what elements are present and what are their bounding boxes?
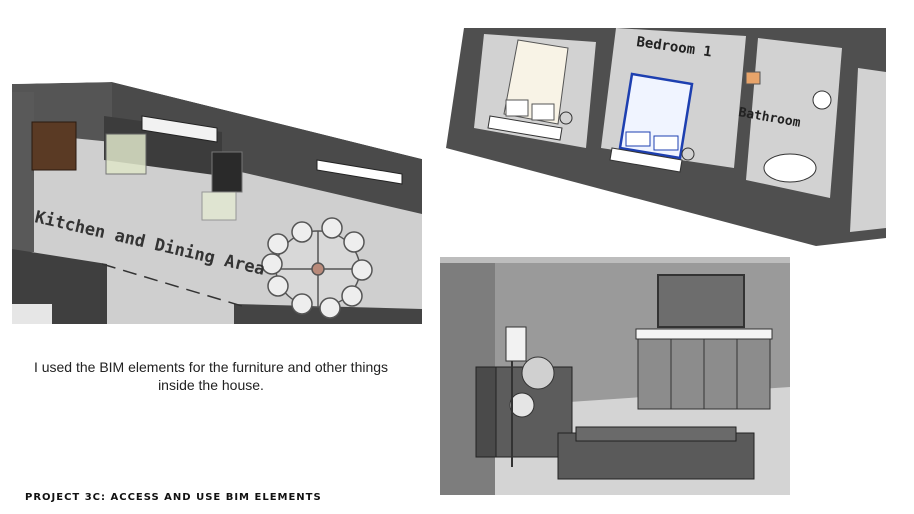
living-room-view xyxy=(440,257,790,495)
project-footer: PROJECT 3C: ACCESS AND USE BIM ELEMENTS xyxy=(25,492,322,503)
caption-text: I used the BIM elements for the furnitur… xyxy=(33,359,389,393)
door xyxy=(31,121,77,171)
cushion xyxy=(521,356,555,390)
living-room-render xyxy=(440,257,790,495)
fridge xyxy=(105,133,147,175)
bedroom-bathroom-render: Bedroom 1 Bathroom xyxy=(446,28,886,246)
bathtub xyxy=(763,153,817,183)
bedroom-bathroom-view: Bedroom 1 Bathroom xyxy=(446,28,886,246)
kitchen-dining-render: Kitchen and Dining Area xyxy=(12,64,422,324)
tv xyxy=(657,274,745,328)
kitchen-dining-view: Kitchen and Dining Area xyxy=(12,64,422,324)
sink xyxy=(812,90,832,110)
stove xyxy=(211,151,243,193)
